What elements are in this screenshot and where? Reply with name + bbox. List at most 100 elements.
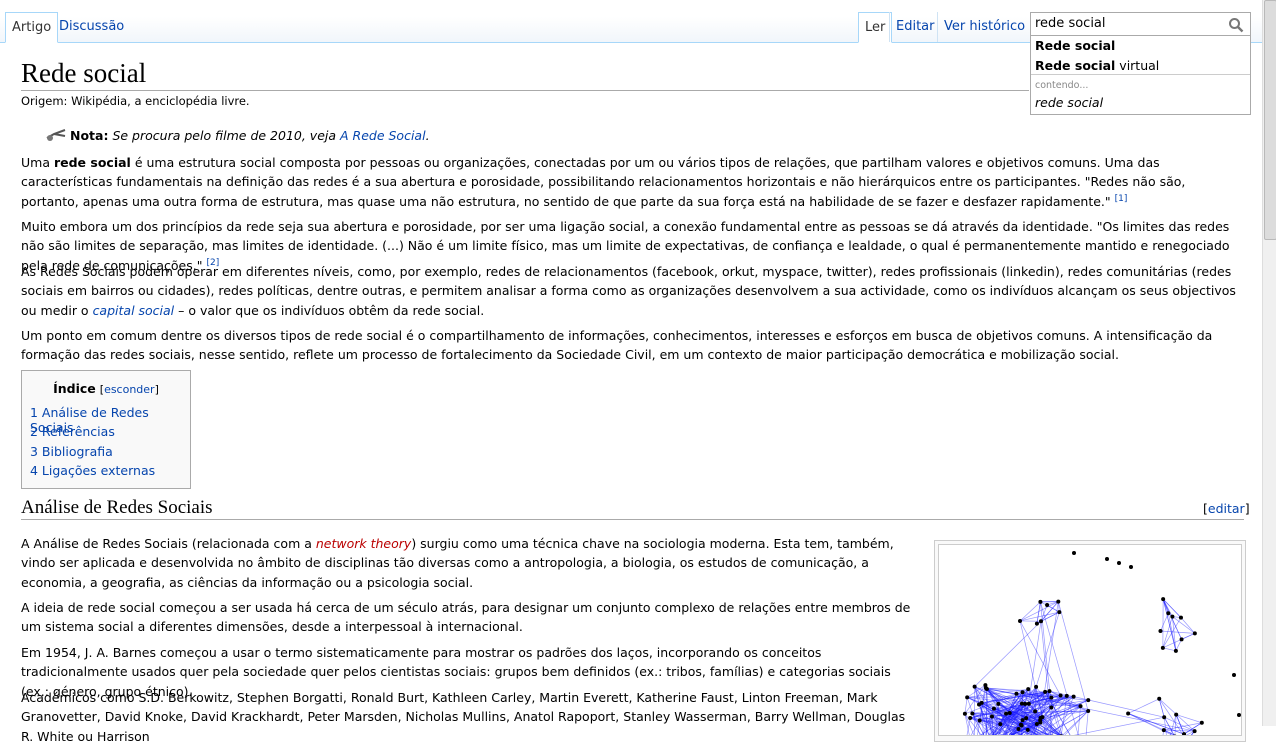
tab-ler[interactable]: Ler <box>858 12 892 43</box>
scrollbar[interactable] <box>1262 0 1276 726</box>
site-subtitle: Origem: Wikipédia, a enciclopédia livre. <box>21 94 250 108</box>
graph-node <box>1034 685 1038 689</box>
graph-node <box>1023 702 1027 706</box>
toc-item[interactable]: 2 Referências <box>30 424 115 439</box>
network-theory-link[interactable]: network theory <box>316 536 411 551</box>
paragraph-4: Um ponto em comum dentre os diversos tip… <box>21 326 1243 365</box>
graph-node <box>980 701 984 705</box>
section-divider <box>21 519 1244 520</box>
graph-node <box>1200 721 1204 725</box>
section-paragraph-2: A ideia de rede social começou a ser usa… <box>21 598 921 637</box>
graph-node <box>1161 597 1165 601</box>
graph-node <box>1035 722 1039 726</box>
graph-node <box>1157 697 1161 701</box>
section-heading: Análise de Redes Sociais <box>21 497 213 519</box>
graph-node <box>1126 711 1130 715</box>
graph-node <box>1158 629 1162 633</box>
graph-node <box>1059 694 1063 698</box>
page-title: Rede social <box>21 58 146 89</box>
graph-node <box>996 702 1000 706</box>
graph-node <box>1161 646 1165 650</box>
graph-node <box>1021 718 1025 722</box>
graph-node <box>1039 619 1043 623</box>
graph-edge <box>1172 617 1194 634</box>
search-input[interactable]: rede social <box>1030 12 1251 36</box>
search-icon[interactable] <box>1228 17 1244 33</box>
graph-node <box>1174 713 1178 717</box>
tab-discussao[interactable]: Discussão <box>53 12 130 42</box>
toc-hide: [esconder] <box>100 383 159 396</box>
graph-node <box>1174 649 1178 653</box>
graph-node <box>1033 709 1037 713</box>
graph-node <box>1027 702 1031 706</box>
graph-node <box>1079 704 1083 708</box>
graph-node <box>965 695 969 699</box>
graph-node <box>1026 687 1030 691</box>
toc-item[interactable]: 3 Bibliografia <box>30 444 113 459</box>
p3-b: – o valor que os indivíduos obtêm da red… <box>174 303 484 318</box>
graph-node <box>1086 709 1090 713</box>
section-edit-link[interactable]: editar <box>1208 501 1245 516</box>
graph-node <box>990 714 994 718</box>
tab-artigo-label: Artigo <box>12 20 51 35</box>
content: Rede social Origem: Wikipédia, a enciclo… <box>0 43 1262 726</box>
section-paragraph-4: Académicos como S.D. Berkowitz, Stephen … <box>21 688 921 746</box>
tab-historico[interactable]: Ver histórico <box>937 12 1031 42</box>
graph-node <box>1004 712 1008 716</box>
note-link[interactable]: A Rede Social <box>340 128 426 143</box>
graph-edge <box>1172 617 1175 651</box>
graph-node <box>1019 723 1023 727</box>
note-text: Se procura pelo filme de 2010, veja <box>112 128 340 143</box>
graph-node <box>968 716 972 720</box>
graph-edge <box>1163 648 1176 651</box>
graph-edge <box>975 621 1041 686</box>
note-label: Nota: <box>70 128 108 143</box>
graph-node <box>963 712 967 716</box>
toc-item[interactable]: 4 Ligações externas <box>30 463 155 478</box>
graph-node <box>1038 600 1042 604</box>
graph-node <box>1182 732 1186 735</box>
p1-c: é uma estrutura social composta por pess… <box>21 155 1185 209</box>
graph-node <box>1170 615 1174 619</box>
graph-node <box>992 707 996 711</box>
graph-node <box>1018 619 1022 623</box>
table-of-contents: Índice [esconder] 1 Análise de Redes Soc… <box>21 370 191 489</box>
graph-node <box>1193 729 1197 733</box>
graph-node <box>1017 727 1021 731</box>
p1-bold: rede social <box>54 155 131 170</box>
graph-node <box>1045 603 1049 607</box>
graph-node <box>1232 673 1236 677</box>
graph-node <box>1105 557 1109 561</box>
section-paragraph-1: A Análise de Redes Sociais (relacionada … <box>21 534 921 592</box>
graph-node <box>1024 716 1028 720</box>
graph-node <box>1086 698 1090 702</box>
tab-editar-label: Editar <box>896 19 935 34</box>
tab-artigo[interactable]: Artigo <box>5 12 58 43</box>
graph-node <box>1008 711 1012 715</box>
graph-node <box>1129 565 1133 569</box>
tab-discussao-label: Discussão <box>59 19 124 34</box>
disambiguation-note: Nota: Se procura pelo filme de 2010, vej… <box>46 128 430 143</box>
s1-a: A Análise de Redes Sociais (relacionada … <box>21 536 316 551</box>
graph-node <box>1026 728 1030 732</box>
graph-edge <box>1020 602 1040 621</box>
graph-edge <box>1128 699 1159 714</box>
graph-edge <box>1159 699 1164 717</box>
capital-social-link[interactable]: capital social <box>93 303 175 318</box>
graph-node <box>1035 622 1039 626</box>
reference-1[interactable]: [1] <box>1115 193 1128 203</box>
disambiguation-icon <box>46 128 66 142</box>
graph-edge <box>1020 621 1061 696</box>
tab-editar[interactable]: Editar <box>889 12 941 42</box>
toc-hide-link[interactable]: esconder <box>104 383 155 396</box>
graph-edge <box>1020 612 1059 621</box>
graph-edge <box>1163 633 1195 648</box>
graph-node <box>1237 713 1241 717</box>
graph-node <box>1047 689 1051 693</box>
network-graph-thumbnail[interactable] <box>934 540 1246 742</box>
graph-node <box>1117 561 1121 565</box>
graph-edge <box>1181 618 1195 634</box>
scrollbar-thumb[interactable] <box>1264 0 1276 240</box>
paragraph-intro: Uma rede social é uma estrutura social c… <box>21 153 1243 211</box>
graph-node <box>1072 695 1076 699</box>
